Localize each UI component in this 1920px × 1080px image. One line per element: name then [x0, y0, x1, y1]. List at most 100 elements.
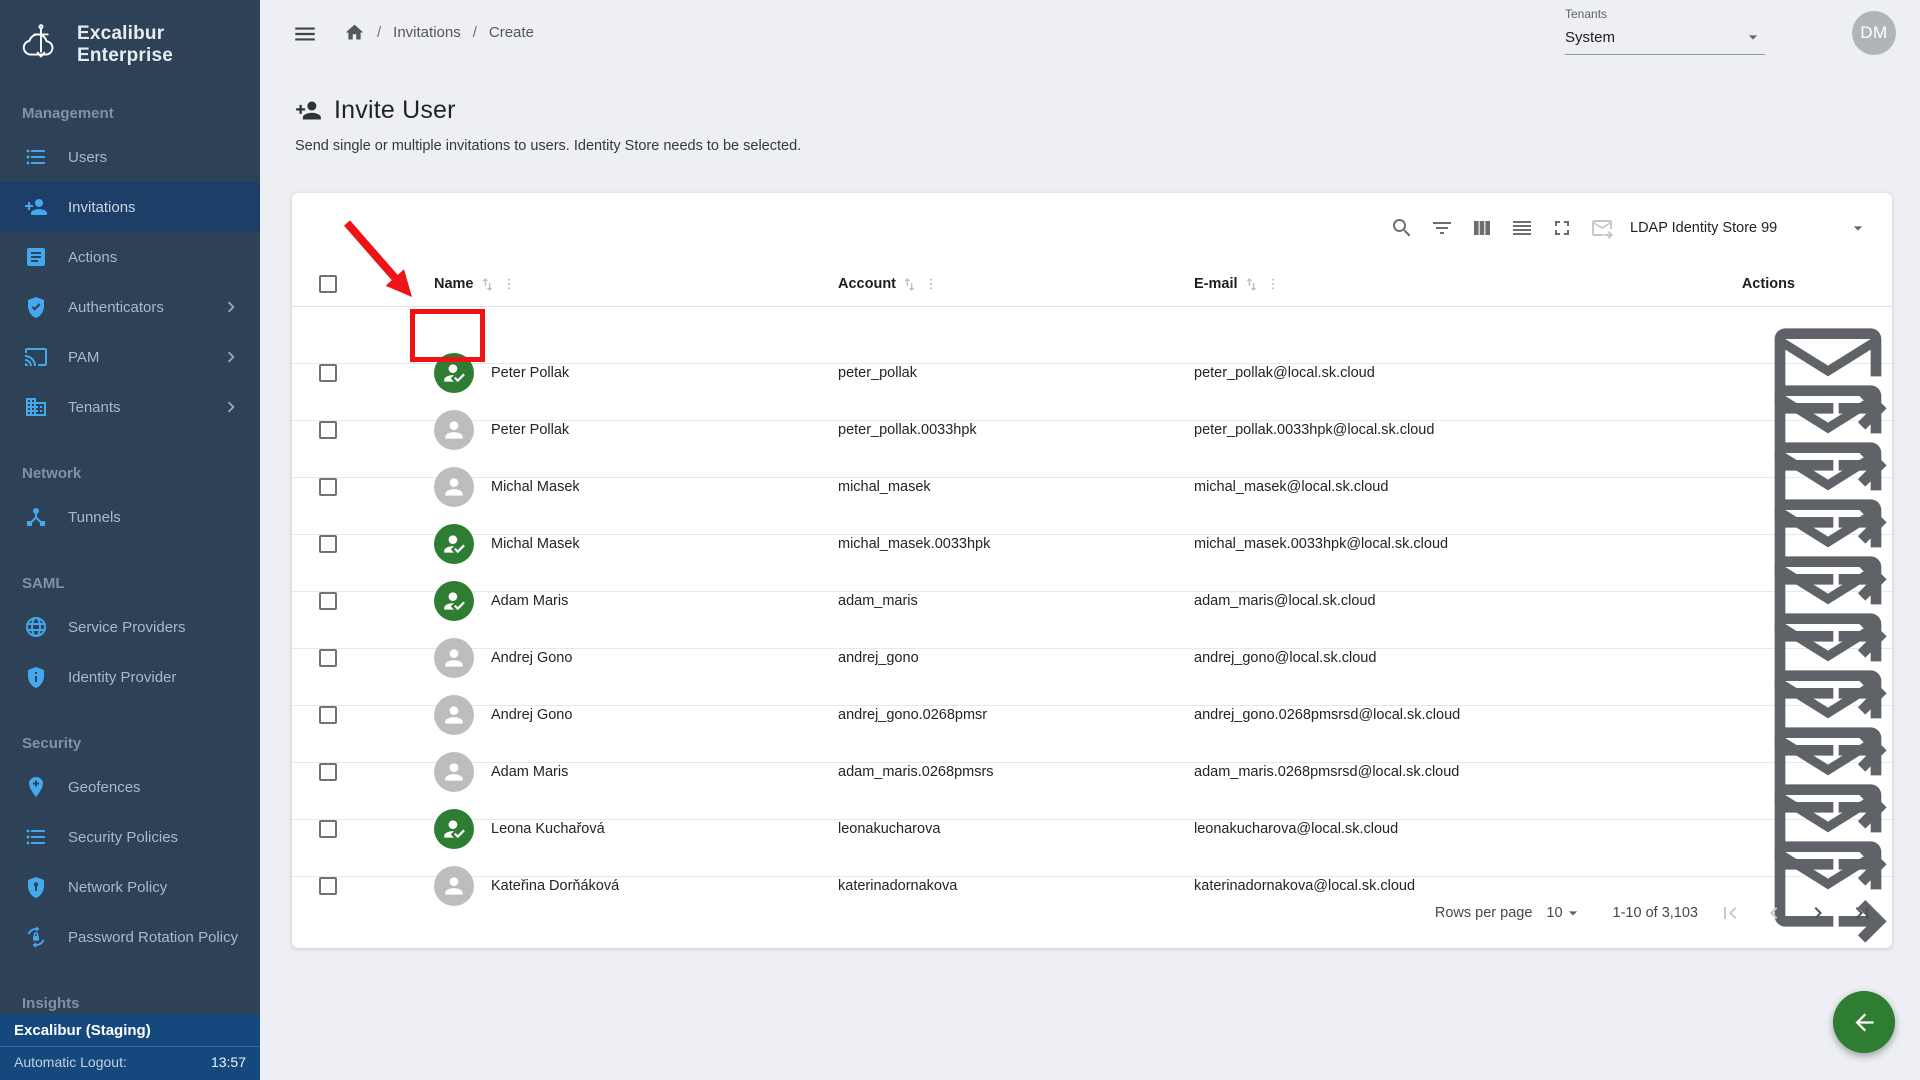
name-cell: Leona Kuchařová — [434, 809, 838, 849]
column-menu-icon[interactable] — [923, 276, 939, 292]
user-name: Kateřina Dorňáková — [491, 878, 619, 894]
sidebar-section-security: SecurityGeofencesSecurity PoliciesNetwor… — [0, 734, 260, 962]
user-name: Michal Masek — [491, 479, 580, 495]
tenant-selected-value: System — [1565, 29, 1615, 46]
row-checkbox-cell — [292, 706, 434, 724]
column-header-name[interactable]: Name — [434, 276, 838, 293]
fullscreen-icon[interactable] — [1550, 216, 1574, 240]
table-body: Peter Pollakpeter_pollakpeter_pollak@loc… — [292, 307, 1892, 877]
row-checkbox[interactable] — [319, 535, 337, 553]
unregistered-user-avatar — [434, 410, 474, 450]
column-menu-icon[interactable] — [1265, 276, 1281, 292]
select-all-checkbox[interactable] — [319, 275, 337, 293]
sidebar: Excalibur Enterprise ManagementUsersInvi… — [0, 0, 260, 1080]
sidebar-item-network-policy[interactable]: Network Policy — [0, 862, 260, 912]
globe-icon — [24, 615, 48, 639]
row-checkbox[interactable] — [319, 877, 337, 895]
sidebar-item-label: Actions — [68, 249, 117, 266]
auto-logout-label: Automatic Logout: — [14, 1054, 127, 1070]
tenant-select-box: Tenants System — [1565, 7, 1765, 55]
actions-cell — [1764, 820, 1892, 952]
shield-key-icon — [24, 875, 48, 899]
row-checkbox[interactable] — [319, 364, 337, 382]
first-page-icon[interactable] — [1718, 901, 1742, 925]
name-cell: Andrej Gono — [434, 638, 838, 678]
row-checkbox[interactable] — [319, 421, 337, 439]
sort-icon[interactable] — [1243, 276, 1260, 293]
row-checkbox[interactable] — [319, 649, 337, 667]
sidebar-item-pam[interactable]: PAM — [0, 332, 260, 382]
user-email: adam_maris@local.sk.cloud — [1194, 593, 1764, 609]
sidebar-item-users[interactable]: Users — [0, 132, 260, 182]
next-page-icon[interactable] — [1806, 901, 1830, 925]
density-icon[interactable] — [1510, 216, 1534, 240]
name-cell: Andrej Gono — [434, 695, 838, 735]
row-checkbox[interactable] — [319, 706, 337, 724]
sidebar-item-service-providers[interactable]: Service Providers — [0, 602, 260, 652]
filter-icon[interactable] — [1430, 216, 1454, 240]
row-checkbox-cell — [292, 364, 434, 382]
chevron-right-icon — [220, 296, 242, 318]
user-email: katerinadornakova@local.sk.cloud — [1194, 878, 1764, 894]
search-icon[interactable] — [1390, 216, 1414, 240]
sidebar-item-tunnels[interactable]: Tunnels — [0, 492, 260, 542]
sidebar-item-security-policies[interactable]: Security Policies — [0, 812, 260, 862]
user-name: Michal Masek — [491, 536, 580, 552]
row-checkbox-cell — [292, 592, 434, 610]
sidebar-item-password-rotation-policy[interactable]: Password Rotation Policy — [0, 912, 260, 962]
unregistered-user-avatar — [434, 752, 474, 792]
column-header-e-mail[interactable]: E-mail — [1194, 276, 1764, 293]
sidebar-item-label: Identity Provider — [68, 669, 176, 686]
home-icon[interactable] — [344, 22, 365, 43]
building-icon — [24, 395, 48, 419]
sort-icon[interactable] — [479, 276, 496, 293]
name-cell: Kateřina Dorňáková — [434, 866, 838, 906]
page-subtitle: Send single or multiple invitations to u… — [295, 138, 801, 154]
rows-per-page-select[interactable]: 10 — [1546, 903, 1582, 923]
row-checkbox-cell — [292, 649, 434, 667]
last-page-icon[interactable] — [1850, 901, 1874, 925]
columns-icon[interactable] — [1470, 216, 1494, 240]
registered-user-avatar — [434, 524, 474, 564]
sidebar-item-invitations[interactable]: Invitations — [0, 182, 260, 232]
sidebar-item-actions[interactable]: Actions — [0, 232, 260, 282]
sidebar-item-label: Authenticators — [68, 299, 164, 316]
sidebar-item-authenticators[interactable]: Authenticators — [0, 282, 260, 332]
row-checkbox[interactable] — [319, 820, 337, 838]
user-email: michal_masek@local.sk.cloud — [1194, 479, 1764, 495]
menu-toggle-icon[interactable] — [292, 21, 318, 47]
person-add-icon — [295, 97, 322, 124]
column-menu-icon[interactable] — [501, 276, 517, 292]
sidebar-item-identity-provider[interactable]: Identity Provider — [0, 652, 260, 702]
row-checkbox-cell — [292, 478, 434, 496]
back-fab-button[interactable] — [1833, 991, 1895, 1053]
row-checkbox[interactable] — [319, 763, 337, 781]
sidebar-item-label: Service Providers — [68, 619, 186, 636]
row-checkbox[interactable] — [319, 478, 337, 496]
user-email: michal_masek.0033hpk@local.sk.cloud — [1194, 536, 1764, 552]
send-invitations-icon[interactable] — [1590, 216, 1614, 240]
identity-store-select[interactable]: LDAP Identity Store 99 — [1630, 218, 1868, 238]
previous-page-icon[interactable] — [1762, 901, 1786, 925]
user-name: Andrej Gono — [491, 650, 572, 666]
sidebar-item-label: Password Rotation Policy — [68, 929, 238, 946]
row-checkbox[interactable] — [319, 592, 337, 610]
app-window: Excalibur Enterprise ManagementUsersInvi… — [0, 0, 1920, 1080]
sidebar-item-tenants[interactable]: Tenants — [0, 382, 260, 432]
sidebar-item-label: Tunnels — [68, 509, 121, 526]
sidebar-item-label: Geofences — [68, 779, 141, 796]
name-cell: Adam Maris — [434, 581, 838, 621]
sidebar-section-label: Network — [0, 464, 260, 484]
user-avatar[interactable]: DM — [1852, 11, 1896, 55]
sidebar-nav: ManagementUsersInvitationsActionsAuthent… — [0, 104, 260, 1014]
unregistered-user-avatar — [434, 866, 474, 906]
column-header-account[interactable]: Account — [838, 276, 1194, 293]
caret-down-icon — [1848, 218, 1868, 238]
sidebar-section-label: SAML — [0, 574, 260, 594]
send-invitation-icon[interactable] — [1764, 936, 1892, 952]
sidebar-item-geofences[interactable]: Geofences — [0, 762, 260, 812]
sort-icon[interactable] — [901, 276, 918, 293]
tenant-select[interactable]: System — [1565, 21, 1765, 55]
breadcrumb-item-invitations[interactable]: Invitations — [393, 24, 461, 41]
user-account: andrej_gono.0268pmsr — [838, 707, 1194, 723]
